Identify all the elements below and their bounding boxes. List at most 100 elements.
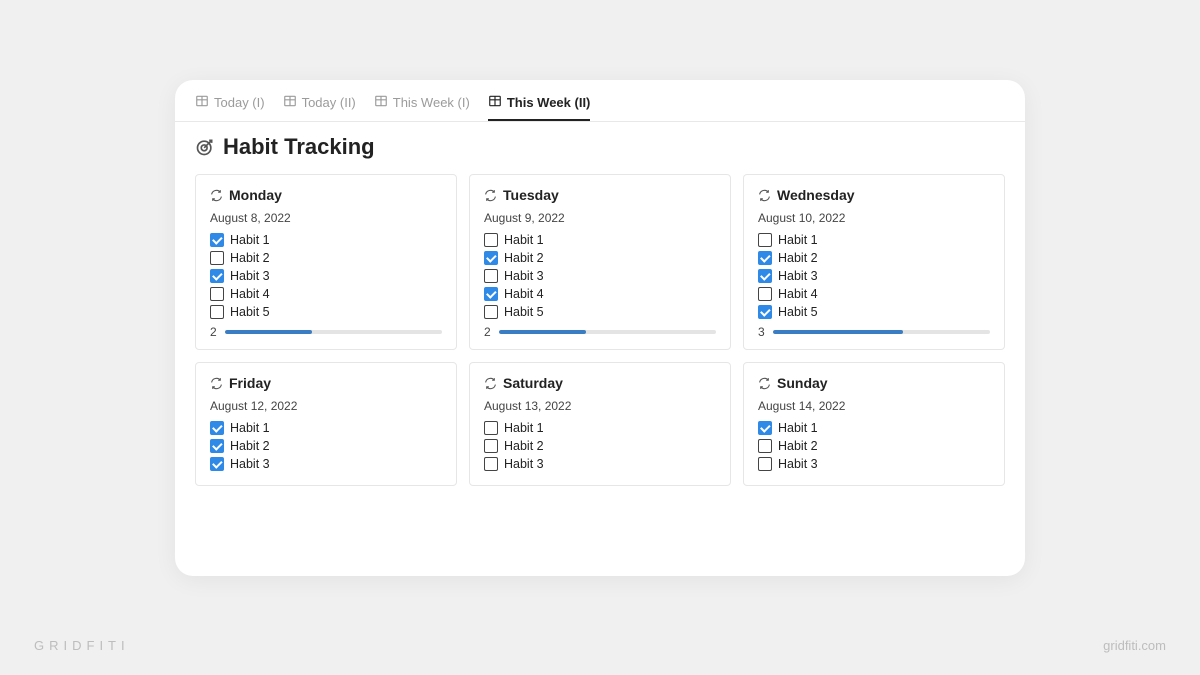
card-date: August 10, 2022: [758, 211, 990, 225]
habit-checkbox[interactable]: [758, 457, 772, 471]
habit-checkbox[interactable]: [484, 233, 498, 247]
habit-label: Habit 3: [230, 457, 270, 471]
habit-row: Habit 1: [210, 233, 442, 247]
habit-checkbox[interactable]: [210, 233, 224, 247]
habit-row: Habit 3: [210, 457, 442, 471]
habit-checkbox[interactable]: [210, 251, 224, 265]
day-card-wednesday[interactable]: WednesdayAugust 10, 2022Habit 1Habit 2Ha…: [743, 174, 1005, 350]
habit-row: Habit 3: [758, 269, 990, 283]
table-icon: [283, 94, 297, 111]
habit-checkbox[interactable]: [210, 287, 224, 301]
repeat-icon: [484, 377, 497, 390]
card-title-row: Friday: [210, 375, 442, 391]
habit-checkbox[interactable]: [210, 439, 224, 453]
habit-checkbox[interactable]: [758, 287, 772, 301]
day-card-tuesday[interactable]: TuesdayAugust 9, 2022Habit 1Habit 2Habit…: [469, 174, 731, 350]
habit-row: Habit 2: [484, 439, 716, 453]
habit-checkbox[interactable]: [758, 269, 772, 283]
habit-label: Habit 1: [230, 421, 270, 435]
habit-checkbox[interactable]: [484, 421, 498, 435]
progress-count: 2: [210, 325, 217, 339]
habit-row: Habit 1: [758, 421, 990, 435]
habit-label: Habit 1: [504, 233, 544, 247]
habit-checkbox[interactable]: [758, 305, 772, 319]
habit-row: Habit 1: [484, 233, 716, 247]
page-title: Habit Tracking: [223, 134, 375, 160]
card-day: Wednesday: [777, 187, 855, 203]
habit-row: Habit 5: [758, 305, 990, 319]
habit-row: Habit 1: [210, 421, 442, 435]
habit-label: Habit 5: [230, 305, 270, 319]
habit-label: Habit 1: [504, 421, 544, 435]
habit-label: Habit 2: [504, 439, 544, 453]
day-card-saturday[interactable]: Saturday August 13, 2022 Habit 1 Habit 2 Hab…: [469, 362, 731, 486]
habit-checkbox[interactable]: [210, 457, 224, 471]
tab-this-week-i-[interactable]: This Week (I): [374, 94, 470, 121]
progress-row: 2: [484, 325, 716, 339]
habit-label: Habit 2: [230, 439, 270, 453]
card-date: August 8, 2022: [210, 211, 442, 225]
habit-checkbox[interactable]: [484, 287, 498, 301]
habit-checkbox[interactable]: [758, 421, 772, 435]
habit-label: Habit 3: [778, 457, 818, 471]
habit-checkbox[interactable]: [484, 305, 498, 319]
gallery-view: Monday August 8, 2022 Habit 1 Habit 2 Habit …: [175, 174, 1025, 486]
habit-row: Habit 2: [758, 251, 990, 265]
habit-label: Habit 4: [504, 287, 544, 301]
tab-label: This Week (I): [393, 95, 470, 110]
card-title-row: Monday: [210, 187, 442, 203]
habit-row: Habit 3: [210, 269, 442, 283]
progress-row: 3: [758, 325, 990, 339]
habit-label: Habit 3: [504, 457, 544, 471]
habit-label: Habit 4: [778, 287, 818, 301]
habit-label: Habit 3: [778, 269, 818, 283]
habit-checkbox[interactable]: [758, 251, 772, 265]
repeat-icon: [210, 377, 223, 390]
day-card-friday[interactable]: FridayAugust 12, 2022Habit 1Habit 2Habit…: [195, 362, 457, 486]
habit-checkbox[interactable]: [484, 439, 498, 453]
habit-row: Habit 2: [210, 251, 442, 265]
view-tabs: Today (I) Today (II) This Week (I) This Wee…: [175, 80, 1025, 122]
repeat-icon: [758, 189, 771, 202]
tab-today-ii-[interactable]: Today (II): [283, 94, 356, 121]
progress-count: 3: [758, 325, 765, 339]
habit-checkbox[interactable]: [484, 251, 498, 265]
habit-row: Habit 4: [758, 287, 990, 301]
habit-label: Habit 5: [504, 305, 544, 319]
habit-row: Habit 2: [758, 439, 990, 453]
card-title-row: Saturday: [484, 375, 716, 391]
habit-row: Habit 1: [484, 421, 716, 435]
habit-label: Habit 3: [230, 269, 270, 283]
tab-label: Today (I): [214, 95, 265, 110]
habit-label: Habit 4: [230, 287, 270, 301]
tab-this-week-ii-[interactable]: This Week (II): [488, 94, 591, 121]
habit-checkbox[interactable]: [758, 439, 772, 453]
habit-row: Habit 3: [484, 269, 716, 283]
habit-checkbox[interactable]: [484, 457, 498, 471]
card-title-row: Wednesday: [758, 187, 990, 203]
habit-checkbox[interactable]: [210, 305, 224, 319]
habit-checkbox[interactable]: [210, 269, 224, 283]
table-icon: [374, 94, 388, 111]
table-icon: [488, 94, 502, 111]
card-day: Saturday: [503, 375, 563, 391]
habit-label: Habit 1: [230, 233, 270, 247]
habit-row: Habit 4: [210, 287, 442, 301]
progress-row: 2: [210, 325, 442, 339]
card-date: August 13, 2022: [484, 399, 716, 413]
card-date: August 14, 2022: [758, 399, 990, 413]
brand-watermark: GRIDFITI: [34, 638, 130, 653]
progress-bar: [499, 330, 716, 334]
habit-row: Habit 5: [484, 305, 716, 319]
progress-bar: [225, 330, 442, 334]
habit-checkbox[interactable]: [758, 233, 772, 247]
habit-checkbox[interactable]: [484, 269, 498, 283]
page-title-row: Habit Tracking: [175, 122, 1025, 174]
card-title-row: Sunday: [758, 375, 990, 391]
habit-checkbox[interactable]: [210, 421, 224, 435]
habit-row: Habit 2: [484, 251, 716, 265]
card-day: Monday: [229, 187, 282, 203]
tab-today-i-[interactable]: Today (I): [195, 94, 265, 121]
day-card-sunday[interactable]: Sunday August 14, 2022 Habit 1 Habit 2 Habit…: [743, 362, 1005, 486]
day-card-monday[interactable]: Monday August 8, 2022 Habit 1 Habit 2 Habit …: [195, 174, 457, 350]
